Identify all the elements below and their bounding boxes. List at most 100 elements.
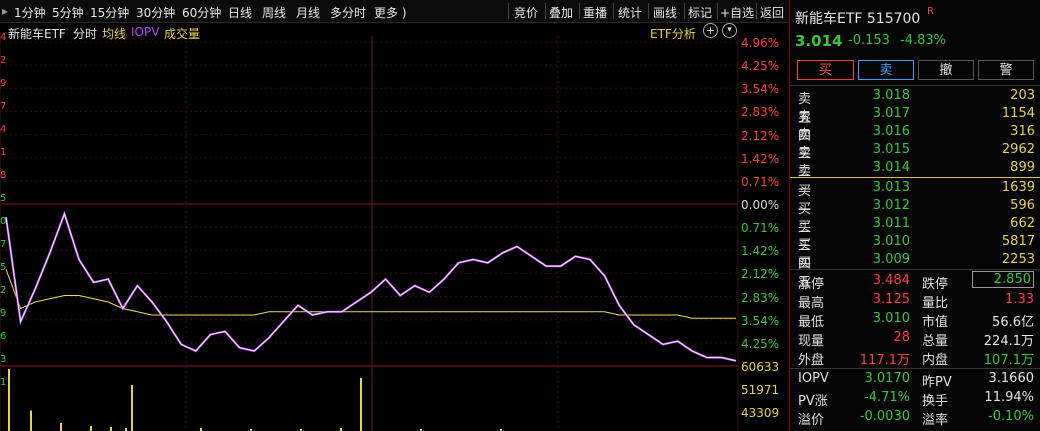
security-title: 新能车ETF 515700 [795, 11, 921, 27]
period-daily[interactable]: 日线 [228, 4, 252, 21]
period-weekly[interactable]: 周线 [262, 4, 286, 21]
bid-level-3-price[interactable]: 3.011 [852, 216, 910, 231]
period-1min[interactable]: 1分钟 [14, 4, 46, 21]
cancel-order-button[interactable]: 撤 [918, 60, 974, 80]
divider [508, 3, 509, 19]
left-axis-digit: 2 [0, 285, 7, 296]
left-axis-digit: 1 [0, 147, 7, 158]
volume-bar [90, 425, 92, 431]
overlay-button[interactable]: 叠加 [549, 4, 573, 21]
current-volume-value: 28 [893, 330, 910, 345]
y-tick-label: 2.83% [741, 105, 780, 120]
divider [756, 3, 757, 19]
limit-down-label: 跌停 [922, 277, 949, 292]
ask-level-2-price[interactable]: 3.015 [852, 142, 910, 157]
divider [790, 368, 1040, 369]
low-value: 3.010 [872, 311, 910, 326]
low-label: 最低 [798, 315, 825, 330]
period-more[interactable]: 更多 ) [374, 4, 407, 21]
total-volume-label: 总量 [922, 334, 949, 349]
auction-button[interactable]: 竞价 [514, 4, 538, 21]
back-button[interactable]: 返回 [760, 4, 784, 21]
premium-rate-value: -0.10% [988, 409, 1034, 424]
series-line-price [5, 212, 737, 362]
bid-level-2-volume: 596 [1010, 198, 1035, 213]
chart-grid [0, 36, 739, 431]
period-30min[interactable]: 30分钟 [136, 4, 175, 21]
volume-bar [60, 422, 62, 431]
bid-level-1-price[interactable]: 3.013 [852, 180, 910, 195]
ask-level-3-price[interactable]: 3.016 [852, 124, 910, 139]
period-15min[interactable]: 15分钟 [90, 4, 129, 21]
period-multi-intraday[interactable]: 多分时 [330, 4, 366, 21]
replay-button[interactable]: 重播 [583, 4, 607, 21]
left-axis-digit: 8 [0, 170, 7, 181]
high-value: 3.125 [872, 292, 910, 307]
bid-level-3-volume: 662 [1010, 216, 1035, 231]
last-price: 3.014 [795, 32, 843, 50]
ask-level-5-price[interactable]: 3.018 [852, 88, 910, 103]
period-monthly[interactable]: 月线 [296, 4, 320, 21]
outer-volume-value: 117.1万 [859, 353, 910, 368]
left-axis-digit: 1 [0, 377, 7, 388]
limit-down-value: 2.850 [972, 271, 1034, 288]
period-toolbar: ▸ 1分钟 5分钟 15分钟 30分钟 60分钟 日线 周线 月线 多分时 更多… [0, 0, 788, 23]
divider [684, 3, 685, 19]
y-tick-label: 1.42% [741, 244, 780, 259]
bid-level-2-price[interactable]: 3.012 [852, 198, 910, 213]
bid-level-5-price[interactable]: 3.009 [852, 252, 910, 267]
volume-bar [30, 410, 32, 431]
expand-icon[interactable]: ▸ [2, 4, 8, 18]
statistics-button[interactable]: 统计 [618, 4, 642, 21]
volume-bars [8, 369, 502, 431]
price-change: -0.153 [848, 33, 890, 48]
ask-level-1-volume: 899 [1010, 160, 1035, 175]
left-axis-digit: 7 [0, 101, 7, 112]
volume-ratio-value: 1.33 [1005, 292, 1034, 307]
prev-pv-value: 3.1660 [988, 371, 1035, 386]
chart-lines [4, 210, 737, 362]
buy-button[interactable]: 买 [797, 60, 854, 80]
ask-level-2-volume: 2962 [1001, 142, 1035, 157]
left-axis-digit: 3 [0, 354, 7, 365]
bid-level-4-volume: 5817 [1001, 234, 1035, 249]
series-line-iopv [4, 210, 737, 362]
y-tick-label: 0.71% [741, 221, 780, 236]
period-5min[interactable]: 5分钟 [52, 4, 84, 21]
alert-button[interactable]: 警 [978, 60, 1034, 80]
divider [717, 3, 718, 19]
bid-level-4-price[interactable]: 3.010 [852, 234, 910, 249]
bid-level-5-volume: 2253 [1001, 252, 1035, 267]
draw-line-button[interactable]: 画线 [653, 4, 677, 21]
bid-level-1-volume: 1639 [1001, 180, 1035, 195]
y-tick-label: 4.25% [741, 336, 780, 351]
iopv-value: 3.0170 [864, 371, 911, 386]
period-60min[interactable]: 60分钟 [182, 4, 221, 21]
volume-tick-label: 51971 [741, 383, 780, 397]
r-badge: R [927, 6, 934, 17]
premium-rate-label: 溢率 [922, 413, 949, 428]
volume-bar [8, 369, 10, 431]
left-axis-digit: 9 [0, 308, 7, 319]
add-watchlist-button[interactable]: +自选 [720, 4, 754, 21]
ask-level-1-price[interactable]: 3.014 [852, 160, 910, 175]
turnover-label: 换手 [922, 394, 949, 409]
y-tick-label: 4.96% [741, 36, 780, 50]
intraday-chart[interactable] [0, 36, 740, 431]
mark-button[interactable]: 标记 [688, 4, 712, 21]
left-axis-digit: 9 [0, 78, 7, 89]
prev-pv-label: 昨PV [922, 375, 952, 390]
y-tick-label: 2.12% [741, 128, 780, 143]
y-tick-label: 1.42% [741, 151, 780, 166]
ask-level-4-price[interactable]: 3.017 [852, 106, 910, 121]
y-tick-label: 4.25% [741, 59, 780, 74]
limit-up-value: 3.484 [872, 273, 910, 288]
sell-button[interactable]: 卖 [858, 60, 914, 80]
iopv-label: IOPV [798, 371, 829, 386]
divider [545, 3, 546, 19]
total-volume-value: 224.1万 [983, 334, 1034, 349]
premium-label: 溢价 [798, 413, 825, 428]
left-axis-digits: 4 2 9 7 4 1 8 5 0 7 5 2 9 6 3 1 [0, 32, 8, 431]
volume-bar [131, 384, 133, 431]
inner-volume-label: 内盘 [922, 353, 949, 368]
